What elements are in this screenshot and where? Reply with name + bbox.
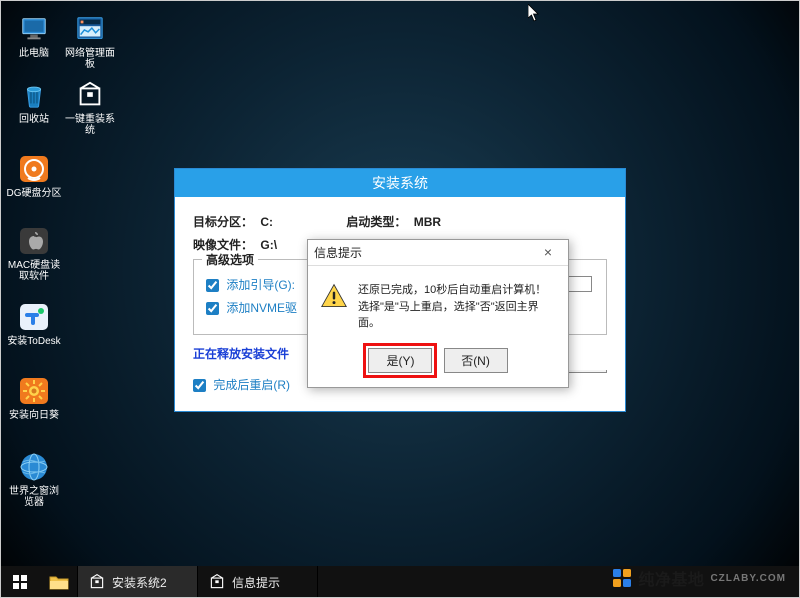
yes-button[interactable]: 是(Y) [368, 348, 432, 373]
desktop-icon-reinstall[interactable]: 一键重装系统 [62, 78, 118, 136]
checkbox-label: 添加引导(G): [226, 278, 295, 292]
todesk-icon [17, 300, 51, 334]
desktop-icon-label: 一键重装系统 [62, 114, 118, 136]
trash-icon [17, 78, 51, 112]
dashboard-icon [73, 12, 107, 46]
start-button[interactable] [0, 566, 40, 598]
desktop-icon-dg[interactable]: DG硬盘分区 [6, 152, 62, 199]
dialog-line2: 选择"是"马上重启，选择"否"返回主界面。 [358, 299, 556, 332]
image-value: G:\ [260, 238, 277, 252]
package-icon [88, 573, 106, 591]
desktop-icon-sunflower[interactable]: 安装向日葵 [6, 374, 62, 421]
watermark-text: 纯净基地 [638, 566, 704, 590]
watermark-url: CZLABY.COM [710, 573, 786, 584]
taskbar-explorer[interactable] [40, 566, 78, 598]
desktop-icon-recycle[interactable]: 回收站 [6, 78, 62, 125]
desktop-icon-browser[interactable]: 世界之窗浏览器 [6, 450, 62, 508]
desktop-icon-label: 此电脑 [6, 48, 62, 59]
target-label: 目标分区： [193, 213, 253, 230]
checkbox-input[interactable] [193, 379, 206, 392]
package-icon [73, 78, 107, 112]
window-title: 安装系统 [175, 169, 625, 197]
dialog-line1: 还原已完成，10秒后自动重启计算机！ [358, 282, 556, 299]
desktop-icon-label: 安装向日葵 [6, 410, 62, 421]
taskbar-item-label: 安装系统2 [112, 574, 167, 591]
dialog-titlebar[interactable]: 信息提示 × [308, 240, 568, 266]
taskbar-item-install2[interactable]: 安装系统2 [78, 566, 198, 598]
checkbox-label: 完成后重启(R) [213, 378, 290, 392]
info-dialog: 信息提示 × 还原已完成，10秒后自动重启计算机！ 选择"是"马上重启，选择"否… [307, 239, 569, 388]
watermark: 纯净基地 CZLABY.COM [612, 566, 786, 590]
boot-label: 启动类型： [346, 213, 406, 230]
desktop-icon-net-panel[interactable]: 网络管理面板 [62, 12, 118, 70]
taskbar-item-label: 信息提示 [232, 574, 280, 591]
dialog-text: 还原已完成，10秒后自动重启计算机！ 选择"是"马上重启，选择"否"返回主界面。 [358, 282, 556, 332]
desktop-icon-label: MAC硬盘读取软件 [6, 260, 62, 282]
dialog-title: 信息提示 [314, 244, 534, 261]
apple-icon [17, 224, 51, 258]
target-value: C: [260, 215, 273, 229]
close-icon[interactable]: × [534, 243, 562, 263]
desktop-icon-this-pc[interactable]: 此电脑 [6, 12, 62, 59]
checkbox-label: 添加NVME驱 [226, 301, 297, 315]
globe-icon [17, 450, 51, 484]
desktop-icon-label: DG硬盘分区 [6, 188, 62, 199]
disk-icon [17, 152, 51, 186]
boot-value: MBR [414, 215, 441, 229]
desktop-icon-label: 世界之窗浏览器 [6, 486, 62, 508]
checkbox-reboot[interactable]: 完成后重启(R) [193, 376, 290, 393]
desktop-icon-todesk[interactable]: 安装ToDesk [6, 300, 62, 347]
sunflower-icon [17, 374, 51, 408]
desktop-icon-label: 回收站 [6, 114, 62, 125]
monitor-icon [17, 12, 51, 46]
no-button[interactable]: 否(N) [444, 348, 508, 373]
package-icon [208, 573, 226, 591]
desktop-icon-label: 网络管理面板 [62, 48, 118, 70]
desktop-icon-label: 安装ToDesk [6, 336, 62, 347]
advanced-options-title: 高级选项 [202, 251, 258, 268]
watermark-logo-icon [612, 568, 632, 588]
taskbar-item-info[interactable]: 信息提示 [198, 566, 318, 598]
desktop-icon-macdisk[interactable]: MAC硬盘读取软件 [6, 224, 62, 282]
checkbox-input[interactable] [206, 279, 219, 292]
warning-icon [320, 282, 348, 310]
checkbox-input[interactable] [206, 302, 219, 315]
